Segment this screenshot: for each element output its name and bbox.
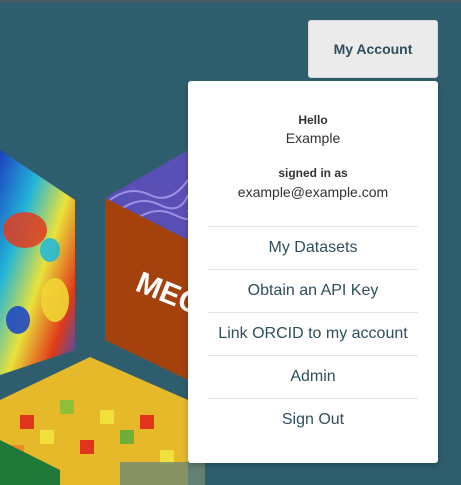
- user-name: Example: [285, 130, 341, 146]
- account-menu-list: My Datasets Obtain an API Key Link ORCID…: [208, 226, 418, 441]
- signed-in-label: signed in as: [278, 166, 348, 180]
- hello-label: Hello: [298, 113, 328, 127]
- user-email: example@example.com: [237, 184, 389, 200]
- my-account-button[interactable]: My Account: [308, 20, 438, 78]
- menu-item-my-datasets[interactable]: My Datasets: [208, 226, 418, 269]
- menu-item-sign-out[interactable]: Sign Out: [208, 398, 418, 441]
- menu-item-link-orcid[interactable]: Link ORCID to my account: [208, 312, 418, 355]
- menu-item-admin[interactable]: Admin: [208, 355, 418, 398]
- account-dropdown-menu: Hello Example signed in as example@examp…: [188, 81, 438, 463]
- menu-item-obtain-api-key[interactable]: Obtain an API Key: [208, 269, 418, 312]
- heatmap-cube-face: [0, 150, 75, 375]
- pixel-cube-top: [0, 357, 205, 485]
